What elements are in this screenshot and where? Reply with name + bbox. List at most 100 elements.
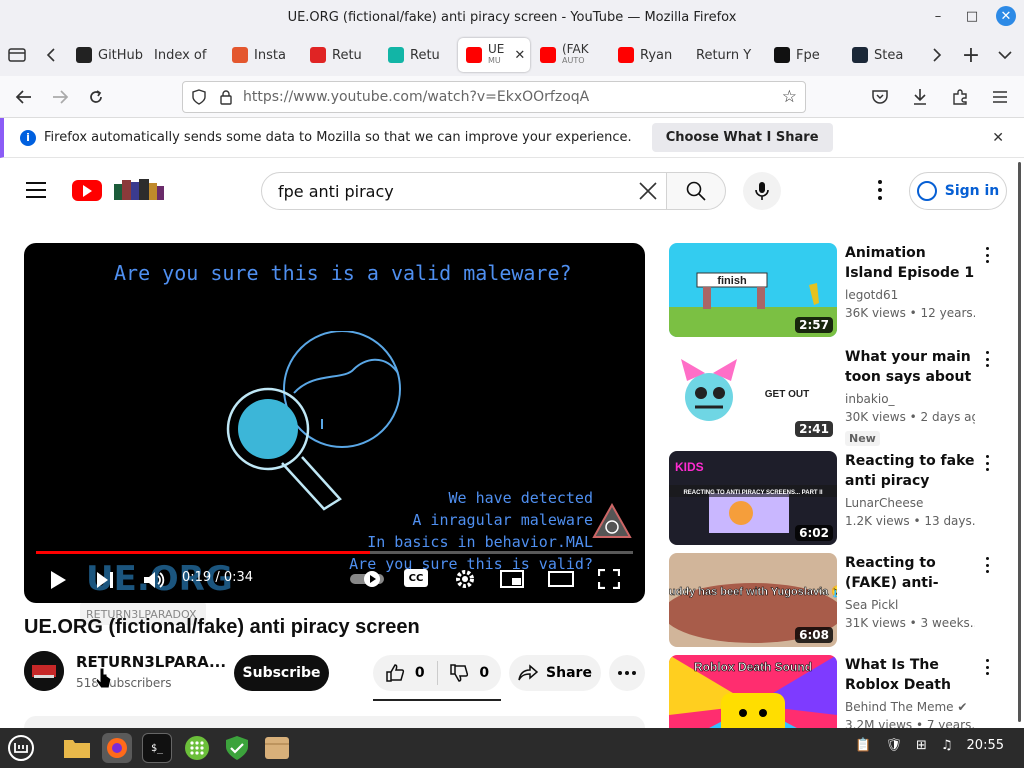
recommendation-title[interactable]: What Is The Roblox Death Sound Mem... <box>845 655 975 695</box>
video-thumbnail[interactable]: REACTING TO ANTI PIRACY SCREENS... PART … <box>669 451 837 545</box>
shield-tray-icon[interactable]: 🛡 <box>885 738 902 753</box>
minimize-button[interactable]: – <box>928 6 948 26</box>
tab-9[interactable]: Fpe <box>766 38 842 72</box>
tab-0[interactable]: GitHub <box>68 38 144 72</box>
recommendation-channel[interactable]: inbakio_ <box>845 392 895 406</box>
recommendation-menu-icon[interactable] <box>983 351 991 367</box>
update-manager-launcher[interactable] <box>222 733 252 763</box>
tab-10[interactable]: Stea <box>844 38 920 72</box>
page-scrollbar[interactable] <box>1018 162 1021 722</box>
files-launcher[interactable] <box>62 733 92 763</box>
tab-4[interactable]: Retu <box>380 38 456 72</box>
recommendation-item[interactable]: finish 2:57 Animation Island Episode 1 "A … <box>669 243 1009 337</box>
recommendation-menu-icon[interactable] <box>983 557 991 573</box>
recommendation-item[interactable]: GET OUT 2:41 What your main toon says abou… <box>669 347 1009 446</box>
recommendation-channel[interactable]: Sea Pickl <box>845 598 898 612</box>
guide-menu-icon[interactable] <box>26 182 46 198</box>
tab-1[interactable]: Index of <box>146 38 222 72</box>
play-button[interactable] <box>48 569 68 591</box>
firefox-launcher[interactable] <box>102 733 132 763</box>
close-notification-icon[interactable]: ✕ <box>992 130 1004 146</box>
clear-search-icon[interactable] <box>638 181 658 201</box>
terminal-launcher[interactable]: $_ <box>142 733 172 763</box>
choose-what-i-share-button[interactable]: Choose What I Share <box>651 123 833 152</box>
video-title: UE.ORG (fictional/fake) anti piracy scre… <box>24 616 420 638</box>
svg-text:KIDS: KIDS <box>675 460 704 474</box>
voice-search-button[interactable] <box>743 172 781 210</box>
video-thumbnail[interactable]: finish 2:57 <box>669 243 837 337</box>
back-button[interactable] <box>6 79 42 115</box>
recommendation-menu-icon[interactable] <box>983 247 991 263</box>
close-window-button[interactable]: ✕ <box>996 6 1016 26</box>
new-tab-button[interactable]: + <box>954 38 988 72</box>
youtube-header: fpe anti piracy Sign in <box>0 160 1024 222</box>
search-query[interactable]: fpe anti piracy <box>278 182 394 201</box>
progress-bar[interactable] <box>36 551 633 554</box>
tab-3[interactable]: Retu <box>302 38 378 72</box>
share-button[interactable]: Share <box>509 655 601 691</box>
recommendation-title[interactable]: What your main toon says about you... <box>845 347 975 387</box>
close-tab-icon[interactable]: ✕ <box>514 48 525 63</box>
recommendation-title[interactable]: Animation Island Episode 1 "A Swim... <box>845 243 975 283</box>
start-menu-button[interactable] <box>6 733 36 763</box>
sound-icon[interactable]: ♫ <box>941 738 953 753</box>
recommendation-channel[interactable]: Behind The Meme ✔ <box>845 700 967 714</box>
video-thumbnail[interactable]: GET OUT 2:41 <box>669 347 837 441</box>
search-input[interactable]: fpe anti piracy <box>261 172 667 210</box>
video-player[interactable]: Are you sure this is a valid maleware? W… <box>24 243 645 603</box>
clipboard-icon[interactable]: 📋 <box>855 738 871 753</box>
downloads-button[interactable] <box>902 79 938 115</box>
recommendation-title[interactable]: Reacting to fake anti piracy screens: fo… <box>845 451 975 491</box>
search-button[interactable] <box>666 172 726 210</box>
tab-2[interactable]: Insta <box>224 38 300 72</box>
volume-button[interactable] <box>142 569 166 591</box>
tabs-scroll-right-button[interactable] <box>920 38 954 72</box>
tab-7[interactable]: Ryan <box>610 38 686 72</box>
account-icon <box>916 181 937 201</box>
url-bar[interactable]: https://www.youtube.com/watch?v=EkxOOrfz… <box>182 81 806 113</box>
subscribe-button[interactable]: Subscribe <box>234 655 329 691</box>
sign-in-button[interactable]: Sign in <box>909 172 1007 210</box>
subtitles-button[interactable]: CC <box>404 569 428 587</box>
recommendation-channel[interactable]: legotd61 <box>845 288 898 302</box>
apps-launcher[interactable] <box>182 733 212 763</box>
next-button[interactable] <box>94 569 116 591</box>
miniplayer-icon[interactable] <box>500 570 524 588</box>
recommendation-item[interactable]: REACTING TO ANTI PIRACY SCREENS... PART … <box>669 451 1009 545</box>
tabs-scroll-left-button[interactable] <box>34 38 68 72</box>
theater-mode-icon[interactable] <box>548 571 574 587</box>
archive-launcher[interactable] <box>262 733 292 763</box>
maximize-button[interactable]: □ <box>962 6 982 26</box>
youtube-logo[interactable] <box>72 180 102 201</box>
recommendation-menu-icon[interactable] <box>983 455 991 471</box>
recommendation-item[interactable]: Buddy has beef with Yugoslavia 😭 6:08 Reac… <box>669 553 1009 647</box>
video-thumbnail[interactable]: Buddy has beef with Yugoslavia 😭 6:08 <box>669 553 837 647</box>
autoplay-toggle[interactable] <box>348 569 386 589</box>
more-actions-button[interactable] <box>609 655 645 691</box>
youtube-doodle-logo[interactable] <box>112 178 166 202</box>
extensions-button[interactable] <box>942 79 978 115</box>
app-menu-button[interactable] <box>982 79 1018 115</box>
clock[interactable]: 20:55 <box>967 738 1004 753</box>
dislike-button[interactable]: 0 <box>438 655 502 691</box>
firefox-view-button[interactable] <box>0 38 34 72</box>
bookmark-star-icon[interactable]: ☆ <box>782 87 797 107</box>
url-text[interactable]: https://www.youtube.com/watch?v=EkxOOrfz… <box>243 89 589 105</box>
list-all-tabs-button[interactable] <box>988 38 1022 72</box>
settings-menu-icon[interactable] <box>870 178 890 202</box>
network-icon[interactable]: ⊞ <box>916 738 927 753</box>
recommendation-channel[interactable]: LunarCheese <box>845 496 923 510</box>
fullscreen-icon[interactable] <box>598 569 620 589</box>
tab-8[interactable]: Return Y <box>688 38 764 72</box>
tab-5[interactable]: UE MU ✕ <box>458 38 530 72</box>
recommendation-title[interactable]: Reacting to (FAKE) anti-piracy screens..… <box>845 553 975 593</box>
reload-button[interactable] <box>78 79 114 115</box>
tab-6[interactable]: (FAK AUTO <box>532 38 608 72</box>
settings-gear-icon[interactable] <box>454 568 476 590</box>
channel-avatar[interactable] <box>24 651 64 691</box>
duration-badge: 2:57 <box>795 317 833 333</box>
pocket-button[interactable] <box>862 79 898 115</box>
forward-button[interactable] <box>42 79 78 115</box>
recommendation-menu-icon[interactable] <box>983 659 991 675</box>
like-button[interactable]: 0 <box>373 655 437 691</box>
